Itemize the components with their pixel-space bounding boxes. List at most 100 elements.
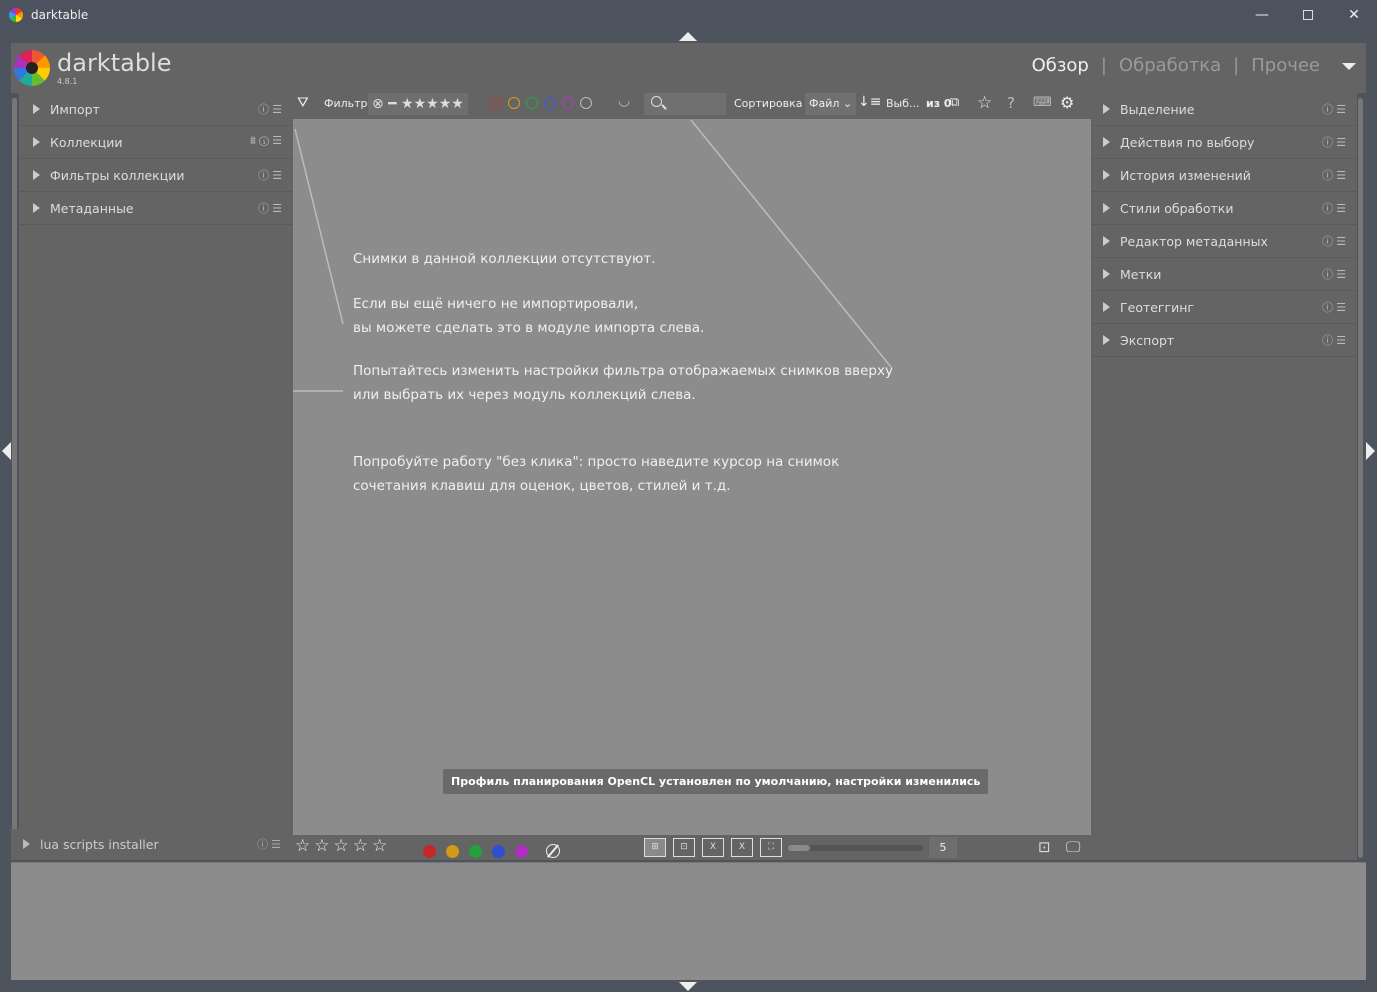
gear-icon[interactable]: ⚙ — [1060, 93, 1074, 112]
chevron-down-icon: ⌄ — [842, 97, 853, 110]
color-filter-circle-icon[interactable] — [544, 97, 556, 109]
collapse-right-arrow-icon[interactable] — [1366, 442, 1375, 460]
module-label: Стили обработки — [1120, 201, 1234, 216]
filter-funnel-icon[interactable]: ⛛ — [297, 95, 309, 111]
left-module[interactable]: Фильтры коллекции ⓘ☰ — [19, 159, 293, 192]
expand-triangle-icon — [1103, 137, 1110, 147]
module-label: Геотеггинг — [1120, 300, 1194, 315]
zoom-value-input[interactable]: 5 — [929, 837, 957, 858]
rating-filter[interactable]: ⊗ ━ ★★★★★ — [368, 93, 468, 115]
color-filter-operator-icon[interactable]: ◡ — [618, 93, 630, 109]
sort-label: Сортировка — [734, 97, 803, 110]
left-module[interactable]: Коллекции ⩩ⓘ☰ — [19, 126, 293, 159]
left-module[interactable]: Импорт ⓘ☰ — [19, 93, 293, 126]
right-module[interactable]: Геотеггинг ⓘ☰ — [1091, 291, 1357, 324]
color-label-button[interactable] — [492, 845, 505, 858]
selection-label: Выб... — [886, 97, 920, 110]
module-icons[interactable]: ⓘ☰ — [1322, 134, 1349, 150]
hint-line-filter — [294, 128, 344, 325]
sort-select[interactable]: Файл ⌄ — [805, 93, 857, 115]
module-label: Действия по выбору — [1120, 135, 1255, 150]
color-label-button[interactable] — [469, 845, 482, 858]
reject-button[interactable] — [546, 840, 560, 859]
view-other[interactable]: Прочее — [1251, 55, 1320, 76]
overlay-star-icon[interactable]: ☆ — [977, 93, 992, 113]
module-label: Импорт — [50, 102, 100, 117]
module-icons[interactable]: ⓘ☰ — [1322, 233, 1349, 249]
keyboard-icon[interactable]: ⌨ — [1033, 95, 1052, 110]
lighttable-center[interactable]: Снимки в данной коллекции отсутствуют. Е… — [293, 119, 1091, 835]
rating-stars[interactable]: ☆☆☆☆☆ — [295, 836, 391, 856]
zoomable-layout-button[interactable]: ⊡ — [673, 838, 695, 857]
search-input[interactable] — [644, 93, 726, 115]
filter-toolbar: ⛛ Фильтр ⊗ ━ ★★★★★ ◡ Сортировка Файл ⌄ ↓… — [293, 89, 1091, 119]
color-filter-circle-icon[interactable] — [490, 97, 502, 109]
color-filter-circle-icon[interactable] — [508, 97, 520, 109]
left-panel-scrollbar[interactable] — [12, 98, 17, 858]
color-filter-circle-icon[interactable] — [526, 97, 538, 109]
collapse-bottom-arrow-icon[interactable] — [679, 982, 697, 991]
right-module[interactable]: Метки ⓘ☰ — [1091, 258, 1357, 291]
culling-dynamic-button[interactable]: X — [731, 838, 753, 857]
grouping-icon[interactable]: ⧉ — [950, 95, 959, 110]
collapse-top-arrow-icon[interactable] — [679, 32, 697, 41]
culling-fixed-button[interactable]: X — [702, 838, 724, 857]
lua-scripts-module[interactable]: lua scripts installer ⓘ☰ — [11, 829, 293, 860]
right-panel-scrollbar[interactable] — [1358, 98, 1363, 858]
view-separator: | — [1100, 55, 1107, 76]
module-icons[interactable]: ⓘ☰ — [1322, 200, 1349, 216]
color-label-button[interactable] — [446, 845, 459, 858]
left-module[interactable]: Метаданные ⓘ☰ — [19, 192, 293, 225]
right-module[interactable]: Экспорт ⓘ☰ — [1091, 324, 1357, 357]
maximize-button[interactable] — [1285, 0, 1331, 30]
expand-triangle-icon — [1103, 236, 1110, 246]
module-icons[interactable]: ⓘ☰ — [257, 836, 284, 852]
sort-order-icon[interactable]: ↓≡ — [858, 94, 881, 110]
message-line: вы можете сделать это в модуле импорта с… — [353, 320, 705, 336]
module-label: Редактор метаданных — [1120, 234, 1268, 249]
close-button[interactable]: ✕ — [1331, 0, 1377, 30]
filmstrip-panel[interactable] — [11, 862, 1366, 980]
focus-peaking-icon[interactable]: ⊡ — [1038, 838, 1051, 856]
color-filter-circle-icon[interactable] — [562, 97, 574, 109]
expand-triangle-icon — [33, 170, 40, 180]
right-module[interactable]: Стили обработки ⓘ☰ — [1091, 192, 1357, 225]
right-module[interactable]: История изменений ⓘ☰ — [1091, 159, 1357, 192]
display-profile-icon[interactable]: 🖵 — [1066, 838, 1080, 856]
app-icon — [9, 8, 23, 22]
module-icons[interactable]: ⓘ☰ — [1322, 101, 1349, 117]
filter-label: Фильтр — [324, 97, 368, 110]
module-icons[interactable]: ⓘ☰ — [1322, 332, 1349, 348]
module-icons[interactable]: ⓘ☰ — [258, 101, 285, 117]
module-icons[interactable]: ⓘ☰ — [1322, 167, 1349, 183]
reject-icon — [546, 843, 560, 858]
collapse-left-arrow-icon[interactable] — [2, 442, 11, 460]
module-icons[interactable]: ⩩ⓘ☰ — [250, 134, 285, 148]
preview-button[interactable]: ⛶ — [760, 838, 782, 857]
minimize-button[interactable]: — — [1239, 0, 1285, 30]
right-module[interactable]: Выделение ⓘ☰ — [1091, 93, 1357, 126]
module-icons[interactable]: ⓘ☰ — [1322, 299, 1349, 315]
module-icons[interactable]: ⓘ☰ — [1322, 266, 1349, 282]
color-label-button[interactable] — [515, 845, 528, 858]
sort-value: Файл — [809, 97, 840, 110]
right-module[interactable]: Редактор метаданных ⓘ☰ — [1091, 225, 1357, 258]
color-label-filter[interactable] — [490, 96, 598, 109]
view-separator: | — [1233, 55, 1240, 76]
help-icon[interactable]: ? — [1007, 94, 1015, 112]
module-label: Фильтры коллекции — [50, 168, 185, 183]
empty-message-3: Попытайтесь изменить настройки фильтра о… — [353, 359, 893, 407]
view-lighttable[interactable]: Обзор — [1032, 55, 1089, 76]
view-switcher: Обзор | Обработка | Прочее — [1032, 55, 1356, 76]
right-module[interactable]: Действия по выбору ⓘ☰ — [1091, 126, 1357, 159]
views-dropdown-icon[interactable] — [1342, 62, 1356, 70]
filemanager-layout-button[interactable]: ⊞ — [644, 838, 666, 857]
module-icons[interactable]: ⓘ☰ — [258, 200, 285, 216]
empty-message-1: Снимки в данной коллекции отсутствуют. — [353, 247, 656, 271]
expand-triangle-icon — [1103, 335, 1110, 345]
color-filter-circle-icon[interactable] — [580, 97, 592, 109]
view-darkroom[interactable]: Обработка — [1119, 55, 1221, 76]
zoom-slider[interactable] — [788, 845, 923, 851]
color-label-button[interactable] — [423, 845, 436, 858]
module-icons[interactable]: ⓘ☰ — [258, 167, 285, 183]
